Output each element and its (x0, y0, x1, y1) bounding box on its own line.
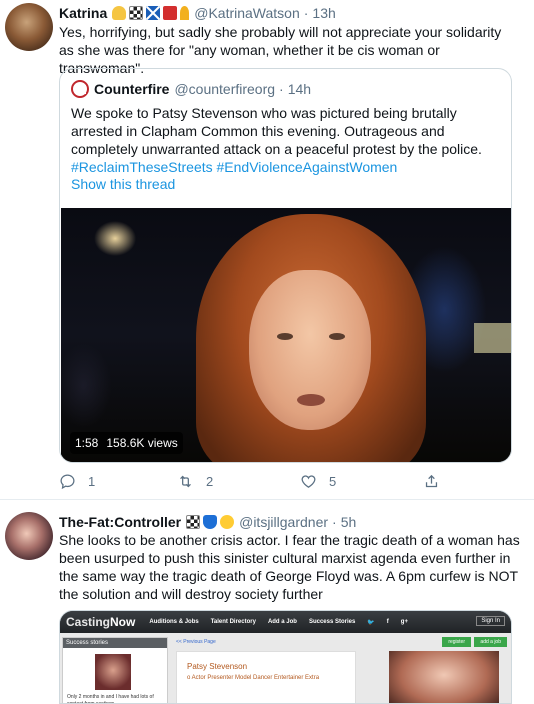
quoted-tweet[interactable]: Counterfire @counterfireorg · 14h We spo… (59, 68, 512, 463)
retweet-icon (180, 475, 191, 487)
nav-item: Add a Job (267, 619, 297, 625)
ribbon-icon (180, 6, 190, 20)
share-button[interactable] (423, 471, 440, 491)
tweet-actions: 1 2 5 (59, 471, 479, 491)
tweet-header: The-Fat:Controller @itsjillgardner · 5h (59, 512, 356, 532)
reply-button[interactable]: 1 (59, 471, 95, 491)
video-duration-badge: 1:58 158.6K views (70, 432, 183, 454)
google-plus-icon: g+ (400, 619, 408, 625)
success-stories-title: Success stories (63, 638, 167, 648)
scotland-flag-icon (146, 6, 161, 20)
twitter-icon: 🐦 (367, 619, 375, 626)
like-count: 5 (329, 473, 337, 489)
casting-page-body: Success stories Only 2 months in and I h… (60, 633, 511, 704)
casting-site-navbar: CastingNow Auditions & Jobs Talent Direc… (60, 611, 511, 633)
author-handle[interactable]: @itsjillgardner (239, 514, 328, 530)
quoted-author-name: Counterfire (94, 81, 170, 97)
video-views: 158.6K views (106, 436, 178, 450)
tweet-katrina[interactable]: Katrina @KatrinaWatson · 13h Yes, horrif… (0, 0, 534, 500)
logo-part-now: Now (110, 615, 136, 629)
success-stories-panel: Success stories Only 2 months in and I h… (62, 637, 168, 704)
profile-photo (389, 651, 499, 703)
nav-item: Talent Directory (210, 619, 256, 625)
separator-dot: · (332, 514, 337, 530)
separator-dot: · (279, 81, 284, 97)
sign-in-label: Sign In (476, 616, 505, 626)
quoted-author-handle: @counterfireorg (174, 81, 276, 97)
quoted-tweet-header: Counterfire @counterfireorg · 14h (71, 79, 311, 99)
success-story-thumbnail (95, 654, 131, 690)
video-player[interactable]: 1:58 158.6K views (61, 208, 511, 462)
profile-card: Patsy Stevenson o Actor Presenter Model … (176, 651, 356, 703)
chequered-flag-icon (186, 515, 201, 529)
video-person-face (249, 270, 371, 430)
heart-icon (301, 474, 316, 488)
victory-hand-icon (112, 6, 127, 20)
timestamp[interactable]: 5h (341, 514, 357, 530)
name-emoji-badges (186, 515, 235, 529)
timestamp[interactable]: 13h (312, 5, 335, 21)
profile-roles: o Actor Presenter Model Dancer Entertain… (187, 675, 320, 681)
quoted-tweet-text: We spoke to Patsy Stevenson who was pict… (71, 104, 503, 176)
eye-right (329, 333, 345, 340)
register-label: register (442, 637, 471, 647)
show-this-thread-link[interactable]: Show this thread (71, 176, 175, 192)
reply-count: 1 (88, 473, 96, 489)
reply-icon (60, 473, 75, 489)
red-square-icon (163, 6, 178, 20)
share-icon (425, 474, 438, 487)
quoted-timestamp: 14h (287, 81, 312, 97)
separator-dot: · (303, 5, 309, 21)
eye-left (277, 333, 293, 340)
nav-item: Success Stories (308, 619, 356, 625)
video-background-vehicle (474, 323, 511, 353)
smiling-face-icon (220, 515, 235, 529)
attached-image-casting-now[interactable]: CastingNow Auditions & Jobs Talent Direc… (59, 610, 512, 704)
previous-page-link: << Previous Page (176, 639, 216, 645)
author-name[interactable]: The-Fat:Controller (59, 514, 181, 530)
facebook-icon: f (386, 619, 389, 625)
hashtag-endviolenceagainstwomen[interactable]: #EndViolenceAgainstWomen (217, 159, 398, 175)
mouth (297, 394, 325, 406)
logo-part-casting: Casting (66, 615, 111, 629)
counterfire-logo-icon (71, 80, 89, 98)
like-button[interactable]: 5 (300, 471, 336, 491)
name-emoji-badges (112, 6, 190, 20)
chequered-flag-icon (129, 6, 144, 20)
profile-name: Patsy Stevenson (187, 662, 248, 671)
avatar[interactable] (5, 512, 53, 560)
author-handle[interactable]: @KatrinaWatson (194, 5, 300, 21)
tweet-text: She looks to be another crisis actor. I … (59, 532, 520, 602)
hashtag-reclaimthesestreets[interactable]: #ReclaimTheseStreets (71, 159, 213, 175)
testimonial-text: Only 2 months in and I have had lots of … (67, 694, 154, 704)
add-a-job-label: add a job (474, 637, 507, 647)
casting-now-logo: CastingNow (66, 615, 135, 629)
avatar[interactable] (5, 3, 53, 51)
quoted-text-body: We spoke to Patsy Stevenson who was pict… (71, 105, 482, 157)
shield-heart-icon (203, 515, 218, 529)
retweet-count: 2 (206, 473, 214, 489)
tweet-header: Katrina @KatrinaWatson · 13h (59, 3, 336, 23)
video-duration: 1:58 (75, 436, 99, 450)
retweet-button[interactable]: 2 (177, 471, 213, 491)
author-name[interactable]: Katrina (59, 5, 107, 21)
nav-item: Auditions & Jobs (149, 619, 199, 625)
